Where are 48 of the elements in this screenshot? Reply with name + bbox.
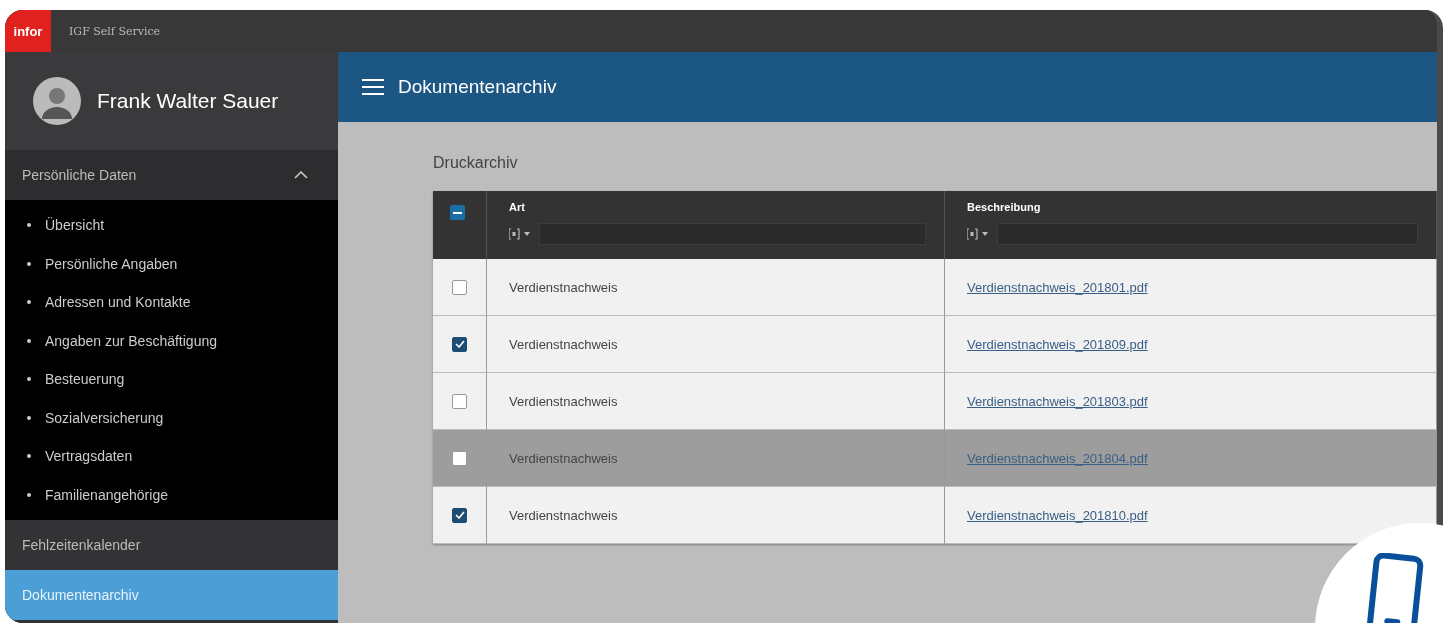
- bullet-icon: [27, 261, 31, 266]
- table-cell: Verdienstnachweis: [487, 430, 945, 487]
- column-title: Beschreibung: [967, 201, 1042, 213]
- nav-item[interactable]: Persönliche Angaben: [5, 244, 338, 283]
- file-link[interactable]: Verdienstnachweis_201810.pdf: [967, 507, 1148, 523]
- row-checkbox[interactable]: [452, 279, 467, 295]
- nav-item[interactable]: Familienangehörige: [5, 475, 338, 514]
- nav-item[interactable]: Sozialversicherung: [5, 398, 338, 437]
- bullet-icon: [27, 454, 31, 459]
- row-checkbox[interactable]: [452, 393, 467, 409]
- row-checkbox[interactable]: [452, 336, 467, 352]
- table-cell: Verdienstnachweis: [487, 487, 945, 544]
- column-title: Art: [509, 201, 526, 213]
- table-cell: Verdienstnachweis: [487, 373, 945, 430]
- table-cell: Verdienstnachweis: [487, 316, 945, 373]
- nav-item[interactable]: Übersicht: [5, 206, 338, 245]
- nav-item[interactable]: Adressen und Kontakte: [5, 283, 338, 322]
- bullet-icon: [27, 492, 31, 497]
- file-link[interactable]: Verdienstnachweis_201803.pdf: [967, 393, 1148, 409]
- app-title: IGF Self Service: [69, 24, 161, 38]
- menu-icon[interactable]: [362, 79, 384, 95]
- minus-icon: [453, 211, 462, 214]
- nav-item[interactable]: Vertragsdaten: [5, 437, 338, 476]
- logo: infor: [5, 10, 51, 52]
- table-cell: Verdienstnachweis: [487, 259, 945, 316]
- check-icon: [454, 511, 465, 519]
- chevron-up-icon[interactable]: [294, 171, 308, 179]
- file-link[interactable]: Verdienstnachweis_201801.pdf: [967, 279, 1148, 295]
- row-checkbox[interactable]: [452, 450, 467, 466]
- file-link[interactable]: Verdienstnachweis_201809.pdf: [967, 336, 1148, 352]
- bullet-icon: [27, 338, 31, 343]
- nav-group[interactable]: Persönliche Daten: [5, 150, 338, 200]
- row-checkbox[interactable]: [452, 507, 467, 523]
- section-title: Druckarchiv: [433, 154, 519, 172]
- check-icon: [454, 340, 465, 348]
- bullet-icon: [27, 377, 31, 382]
- select-all-checkbox[interactable]: [450, 205, 465, 220]
- phone-icon: [1367, 553, 1425, 623]
- filter-icon[interactable]: [967, 228, 991, 240]
- bullet-icon: [27, 415, 31, 420]
- bullet-icon: [27, 300, 31, 305]
- avatar: [33, 77, 81, 125]
- page-title: Dokumentenarchiv: [398, 76, 557, 98]
- bullet-icon: [27, 223, 31, 228]
- filter-icon[interactable]: [509, 228, 533, 240]
- user-name: Frank Walter Sauer: [97, 89, 279, 113]
- nav-item[interactable]: Angaben zur Beschäftigung: [5, 321, 338, 360]
- nav-item[interactable]: Besteuerung: [5, 360, 338, 399]
